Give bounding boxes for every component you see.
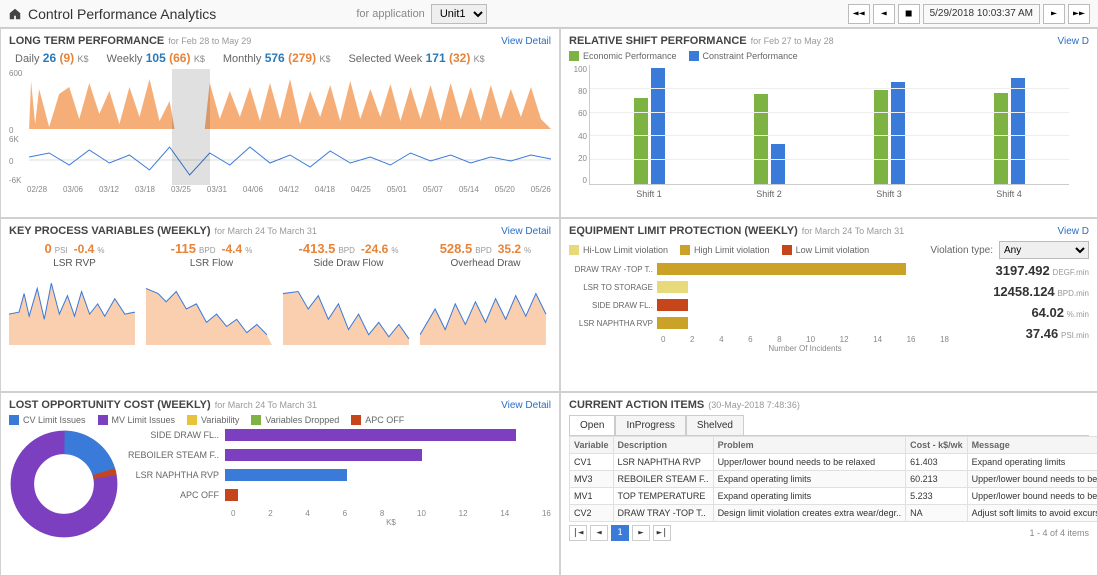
shift-group: [634, 68, 665, 184]
ltp-lower-chart: 6K 0 -6K: [9, 135, 551, 185]
shift-group: [754, 94, 785, 184]
pager-prev[interactable]: ◄: [590, 525, 608, 541]
last-button[interactable]: ►►: [1068, 4, 1090, 24]
panel-title: RELATIVE SHIFT PERFORMANCE: [569, 35, 747, 47]
for-application-label: for application: [356, 8, 425, 20]
application-select[interactable]: Unit1: [431, 4, 487, 24]
pager-page-1[interactable]: 1: [611, 525, 629, 541]
selection-band[interactable]: [172, 69, 210, 135]
view-detail-link[interactable]: View Detail: [501, 36, 551, 47]
stop-button[interactable]: ■: [898, 4, 920, 24]
pager-last[interactable]: ►|: [653, 525, 671, 541]
table-row[interactable]: MV1TOP TEMPERATUREExpand operating limit…: [570, 488, 1098, 505]
ltp-stats: Daily 26 (9) K$ Weekly 105 (66) K$ Month…: [15, 51, 551, 65]
lost-opportunity-panel: LOST OPPORTUNITY COST (Weekly) for March…: [0, 392, 560, 576]
panel-range: for March 24 To March 31: [802, 226, 904, 236]
violation-type-select[interactable]: Any: [999, 241, 1089, 259]
ltp-upper-chart: 600 0: [9, 69, 551, 135]
view-detail-link[interactable]: View Detail: [501, 400, 551, 411]
violation-type-control: Violation type: Any: [930, 241, 1089, 259]
kpv-item: -115 BPD-4.4 % LSR Flow: [146, 241, 277, 345]
table-row[interactable]: CV2DRAW TRAY -TOP T..Design limit violat…: [570, 505, 1098, 522]
kpv-item: 528.5 BPD35.2 % Overhead Draw: [420, 241, 551, 345]
loc-bar-row: SIDE DRAW FL..: [125, 429, 551, 441]
tab-inprogress[interactable]: InProgress: [615, 415, 685, 435]
loc-bar-row: REBOILER STEAM F..: [125, 449, 551, 461]
pager-next[interactable]: ►: [632, 525, 650, 541]
shift-legend: Economic PerformanceConstraint Performan…: [569, 51, 1089, 61]
panel-title: EQUIPMENT LIMIT PROTECTION (Weekly): [569, 225, 798, 237]
loc-legend: CV Limit IssuesMV Limit IssuesVariabilit…: [9, 415, 551, 425]
panel-range: for Feb 28 to May 29: [168, 36, 251, 46]
tab-open[interactable]: Open: [569, 415, 615, 435]
app-header: Control Performance Analytics for applic…: [0, 0, 1098, 28]
panel-range: for March 24 To March 31: [215, 226, 317, 236]
first-button[interactable]: ◄◄: [848, 4, 870, 24]
datetime-display: 5/29/2018 10:03:37 AM: [923, 4, 1040, 24]
kpv-item: -413.5 BPD-24.6 % Side Draw Flow: [283, 241, 414, 345]
loc-bar-row: APC OFF: [125, 489, 551, 501]
pager-first[interactable]: |◄: [569, 525, 587, 541]
shift-group: [994, 78, 1025, 184]
panel-range: (30-May-2018 7:48:36): [708, 400, 800, 410]
shift-group: [874, 82, 905, 184]
long-term-performance-panel: LONG TERM PERFORMANCE for Feb 28 to May …: [0, 28, 560, 218]
elp-bar-row: LSR TO STORAGE: [569, 281, 949, 293]
panel-title: LOST OPPORTUNITY COST (Weekly): [9, 399, 211, 411]
page-title: Control Performance Analytics: [28, 6, 216, 22]
elp-metrics: 3197.492 DEGF.min12458.124 BPD.min64.02 …: [959, 263, 1089, 353]
pager-status: 1 - 4 of 4 items: [1029, 528, 1089, 538]
next-button[interactable]: ►: [1043, 4, 1065, 24]
elp-bar-chart: DRAW TRAY -TOP T.. LSR TO STORAGE SIDE DRA…: [569, 263, 949, 353]
action-table: VariableDescriptionProblemCost - k$/wkMe…: [569, 436, 1098, 522]
panel-title: CURRENT ACTION ITEMS: [569, 399, 704, 411]
table-row[interactable]: MV3REBOILER STEAM F..Expand operating li…: [570, 471, 1098, 488]
shift-chart: 100806040200 Shift 1Shift 2Shift 3Shift …: [569, 65, 1089, 205]
loc-bar-row: LSR NAPHTHA RVP: [125, 469, 551, 481]
loc-bar-chart: SIDE DRAW FL.. REBOILER STEAM F.. LSR NAPH…: [125, 429, 551, 539]
ltp-x-axis: 02/2803/0603/1203/1803/2503/3104/0604/12…: [9, 185, 551, 194]
view-detail-link[interactable]: View D: [1058, 36, 1090, 47]
relative-shift-panel: RELATIVE SHIFT PERFORMANCE for Feb 27 to…: [560, 28, 1098, 218]
elp-bar-row: SIDE DRAW FL..: [569, 299, 949, 311]
elp-bar-row: DRAW TRAY -TOP T..: [569, 263, 949, 275]
home-icon[interactable]: [8, 7, 22, 21]
elp-legend: Hi-Low Limit violationHigh Limit violati…: [569, 241, 1089, 259]
current-action-items-panel: CURRENT ACTION ITEMS (30-May-2018 7:48:3…: [560, 392, 1098, 576]
panel-range: for March 24 To March 31: [215, 400, 317, 410]
elp-bar-row: LSR NAPHTHA RVP: [569, 317, 949, 329]
panel-range: for Feb 27 to May 28: [751, 36, 834, 46]
view-detail-link[interactable]: View D: [1058, 226, 1090, 237]
kpv-items: 0 PSI-0.4 % LSR RVP -115 BPD-4.4 % LSR F…: [9, 241, 551, 345]
action-tabs: OpenInProgressShelved: [569, 415, 1089, 436]
kpv-item: 0 PSI-0.4 % LSR RVP: [9, 241, 140, 345]
loc-donut-chart: [9, 429, 119, 539]
prev-button[interactable]: ◄: [873, 4, 895, 24]
panel-title: KEY PROCESS VARIABLES (Weekly): [9, 225, 211, 237]
view-detail-link[interactable]: View Detail: [501, 226, 551, 237]
selection-band[interactable]: [172, 135, 210, 185]
dashboard-grid: LONG TERM PERFORMANCE for Feb 28 to May …: [0, 28, 1098, 576]
panel-title: LONG TERM PERFORMANCE: [9, 35, 164, 47]
table-pager: |◄ ◄ 1 ► ►| 1 - 4 of 4 items: [569, 525, 1089, 541]
key-process-variables-panel: KEY PROCESS VARIABLES (Weekly) for March…: [0, 218, 560, 392]
table-row[interactable]: CV1LSR NAPHTHA RVPUpper/lower bound need…: [570, 454, 1098, 471]
time-nav: ◄◄ ◄ ■ 5/29/2018 10:03:37 AM ► ►►: [848, 4, 1090, 24]
tab-shelved[interactable]: Shelved: [686, 415, 744, 435]
equipment-limit-panel: EQUIPMENT LIMIT PROTECTION (Weekly) for …: [560, 218, 1098, 392]
